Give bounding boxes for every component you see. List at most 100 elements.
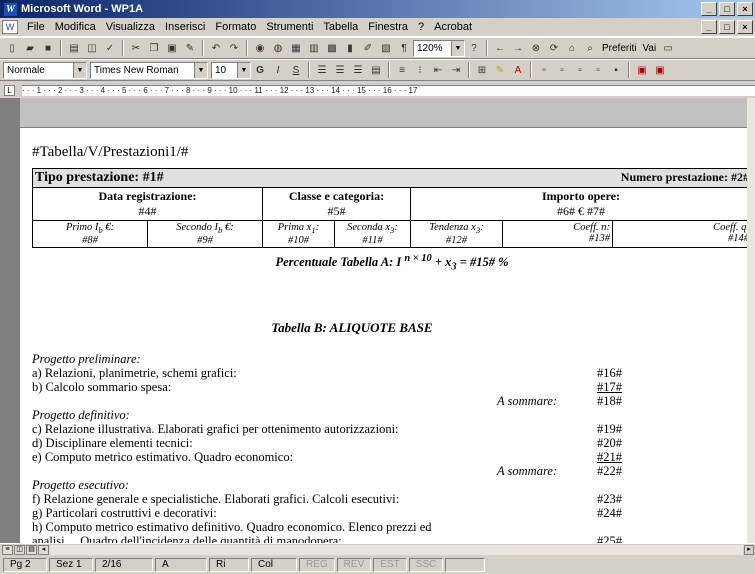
borders-icon[interactable]: ⊞ [474, 62, 490, 78]
web-toolbar-icon[interactable]: ▭ [660, 40, 676, 56]
horizontal-ruler[interactable]: L · · · 1 · · · 2 · · · 3 · · · 4 · · · … [0, 83, 755, 98]
item-code: #17# [597, 380, 622, 394]
open-icon[interactable]: ▰ [22, 40, 38, 56]
justify-icon[interactable]: ▤ [368, 62, 384, 78]
numbering-icon[interactable]: ≡ [394, 62, 410, 78]
acrobat-icon[interactable]: ▣ [634, 62, 650, 78]
scroll-right-icon[interactable]: ▸ [744, 545, 754, 555]
style-select[interactable]: Normale ▼ [3, 61, 87, 79]
pdf-icon[interactable]: ▫ [536, 62, 552, 78]
undo-icon[interactable]: ↶ [208, 40, 224, 56]
prima-x-value: #10# [288, 235, 309, 247]
spelling-icon[interactable]: ✓ [102, 40, 118, 56]
horizontal-scrollbar[interactable]: ≡ ◫ ▤ ◂ ▸ [0, 543, 755, 556]
align-right-icon[interactable]: ☰ [350, 62, 366, 78]
menu-help[interactable]: ? [413, 21, 429, 33]
document-area[interactable]: #Tabella/V/Prestazioni1/# Tipo prestazio… [0, 98, 747, 556]
underline-button[interactable]: S [288, 62, 304, 78]
search-web-icon[interactable]: ⌕ [582, 40, 598, 56]
vertical-scrollbar[interactable] [747, 98, 755, 556]
paragraph-icon[interactable]: ¶ [396, 40, 412, 56]
status-ssc[interactable]: SSC [408, 558, 444, 572]
doc-minimize-button[interactable]: _ [701, 20, 717, 34]
coeff-n-cell: Coeff. n: #13# [502, 219, 613, 249]
status-rev[interactable]: REV [336, 558, 372, 572]
bullets-icon[interactable]: ⁝ [412, 62, 428, 78]
save-icon[interactable]: ■ [40, 40, 56, 56]
excel-icon[interactable]: ▩ [324, 40, 340, 56]
refresh-icon[interactable]: ⟳ [546, 40, 562, 56]
font-select[interactable]: Times New Roman ▼ [90, 61, 208, 79]
menu-tabella[interactable]: Tabella [318, 21, 363, 33]
preview-icon[interactable]: ◫ [84, 40, 100, 56]
item-code: #24# [597, 506, 622, 520]
menu-finestra[interactable]: Finestra [363, 21, 413, 33]
acrobat-email-icon[interactable]: ▣ [652, 62, 668, 78]
help-icon[interactable]: ? [466, 40, 482, 56]
item-label: h) Computo metrico estimativo definitivo… [32, 520, 432, 534]
tab-selector-icon[interactable]: L [4, 85, 15, 96]
decrease-indent-icon[interactable]: ⇤ [430, 62, 446, 78]
drawing-icon[interactable]: ✐ [360, 40, 376, 56]
columns-icon[interactable]: ▮ [342, 40, 358, 56]
preferiti-menu[interactable]: Preferiti [599, 43, 639, 54]
font-color-icon[interactable]: A [510, 62, 526, 78]
zoom-select[interactable]: 120% ▼ [413, 39, 465, 57]
menu-visualizza[interactable]: Visualizza [101, 21, 160, 33]
document-icon[interactable]: W [2, 20, 18, 34]
highlight-icon[interactable]: ✎ [492, 62, 508, 78]
web-icon[interactable]: ◍ [270, 40, 286, 56]
tipo-prestazione: Tipo prestazione: #1# [32, 168, 411, 188]
doc-maximize-button[interactable]: □ [719, 20, 735, 34]
insert-table-icon[interactable]: ▥ [306, 40, 322, 56]
menu-file[interactable]: File [22, 21, 50, 33]
hyperlink-icon[interactable]: ◉ [252, 40, 268, 56]
status-est[interactable]: EST [373, 558, 407, 572]
menu-formato[interactable]: Formato [210, 21, 261, 33]
bold-button[interactable]: G [252, 62, 268, 78]
italic-button[interactable]: I [270, 62, 286, 78]
align-left-icon[interactable]: ☰ [314, 62, 330, 78]
cut-icon[interactable]: ✂ [128, 40, 144, 56]
paste-icon[interactable]: ▣ [164, 40, 180, 56]
standard-toolbar: ▯ ▰ ■ ▤ ◫ ✓ ✂ ❐ ▣ ✎ ↶ ↷ ◉ ◍ ▦ ▥ ▩ ▮ ✐ ▧ … [0, 37, 755, 59]
menu-strumenti[interactable]: Strumenti [261, 21, 318, 33]
web-view-icon[interactable]: ◫ [14, 545, 25, 555]
minimize-button[interactable]: _ [701, 2, 717, 16]
status-bar: Pg 2 Sez 1 2/16 A Ri Col REG REV EST SSC [0, 556, 755, 574]
outline-view-icon[interactable]: ◂ [38, 545, 49, 555]
align-center-icon[interactable]: ☰ [332, 62, 348, 78]
normal-view-icon[interactable]: ≡ [2, 545, 13, 555]
separator [486, 40, 488, 56]
back-icon[interactable]: ← [492, 40, 508, 56]
copy-icon[interactable]: ❐ [146, 40, 162, 56]
track-icon[interactable]: ▫ [554, 62, 570, 78]
formatting-toolbar: Normale ▼ Times New Roman ▼ 10 ▼ G I S ☰… [0, 59, 755, 81]
comment-icon[interactable]: ▫ [572, 62, 588, 78]
menu-acrobat[interactable]: Acrobat [429, 21, 477, 33]
new-icon[interactable]: ▯ [4, 40, 20, 56]
item-label: a) Relazioni, planimetrie, schemi grafic… [32, 366, 237, 380]
stop-icon[interactable]: ⊗ [528, 40, 544, 56]
doc-close-button[interactable]: × [737, 20, 753, 34]
print-view-icon[interactable]: ▤ [26, 545, 37, 555]
font-size-select[interactable]: 10 ▼ [211, 61, 251, 79]
maximize-button[interactable]: □ [719, 2, 735, 16]
review-icon[interactable]: ▪ [608, 62, 624, 78]
print-icon[interactable]: ▤ [66, 40, 82, 56]
docmap-icon[interactable]: ▧ [378, 40, 394, 56]
close-button[interactable]: × [737, 2, 753, 16]
format-painter-icon[interactable]: ✎ [182, 40, 198, 56]
table-icon[interactable]: ▦ [288, 40, 304, 56]
home-icon[interactable]: ⌂ [564, 40, 580, 56]
status-language [445, 558, 486, 572]
macro-icon[interactable]: ▫ [590, 62, 606, 78]
redo-icon[interactable]: ↷ [226, 40, 242, 56]
forward-icon[interactable]: → [510, 40, 526, 56]
vai-menu[interactable]: Vai [639, 43, 659, 54]
increase-indent-icon[interactable]: ⇥ [448, 62, 464, 78]
scroll-track[interactable] [50, 545, 743, 555]
status-reg[interactable]: REG [299, 558, 335, 572]
menu-modifica[interactable]: Modifica [50, 21, 101, 33]
menu-inserisci[interactable]: Inserisci [160, 21, 210, 33]
